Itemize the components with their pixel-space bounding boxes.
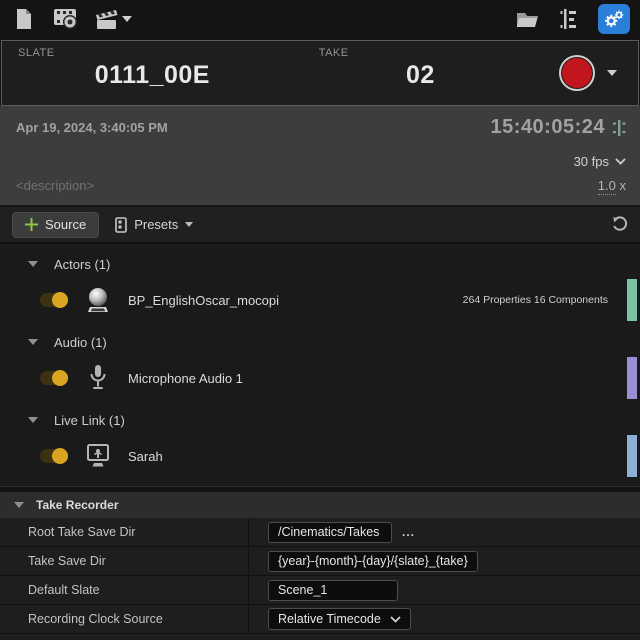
track-color-bar[interactable] — [627, 357, 637, 399]
track-color-bar[interactable] — [627, 435, 637, 477]
slate-value[interactable]: 0111_00E — [2, 61, 303, 90]
top-toolbar — [0, 0, 640, 38]
revert-changes-button[interactable] — [611, 216, 628, 233]
recording-clock-source-dropdown[interactable]: Relative Timecode — [268, 608, 411, 630]
group-actors-label: Actors (1) — [54, 256, 111, 272]
review-recording-button[interactable] — [52, 5, 80, 33]
source-toolbar: Source Presets — [0, 207, 640, 243]
source-row-audio[interactable]: Microphone Audio 1 — [0, 356, 640, 400]
framerate-value: 30 fps — [573, 154, 609, 169]
framerate-dropdown[interactable]: 30 fps — [574, 154, 626, 169]
new-take-button[interactable] — [10, 5, 38, 33]
group-audio-label: Audio (1) — [54, 334, 107, 350]
take-field[interactable]: TAKE 02 — [303, 41, 538, 105]
source-row-actor[interactable]: BP_EnglishOscar_mocopi 264 Properties 16… — [0, 278, 640, 322]
record-controls — [538, 41, 638, 105]
settings-button[interactable] — [598, 4, 630, 34]
slate-clapperboard-button[interactable] — [94, 5, 132, 33]
source-name[interactable]: Sarah — [128, 449, 163, 464]
browse-path-button[interactable]: ... — [402, 525, 415, 539]
slate-field[interactable]: SLATE 0111_00E — [2, 41, 303, 105]
expander-caret-icon[interactable] — [28, 339, 38, 345]
actor-sphere-icon — [84, 286, 112, 314]
review-recording-icon — [53, 7, 79, 31]
take-recorder-panel: SLATE 0111_00E TAKE 02 Apr 19, 2024, 3:4… — [0, 0, 640, 640]
source-name[interactable]: Microphone Audio 1 — [128, 371, 243, 386]
session-datetime: Apr 19, 2024, 3:40:05 PM — [16, 120, 168, 135]
recording-clock-source-value: Relative Timecode — [278, 612, 381, 626]
group-livelink[interactable]: Live Link (1) — [0, 406, 640, 434]
take-save-dir-input[interactable]: {year}-{month}-{day}/{slate}_{take} — [268, 550, 478, 572]
take-recorder-settings: Root Take Save Dir /Cinematics/Takes ...… — [0, 518, 640, 640]
session-info-panel: Apr 19, 2024, 3:40:05 PM 15:40:05:24 30 … — [0, 106, 640, 205]
setting-row-default-slate: Default Slate Scene_1 — [0, 576, 640, 605]
session-timecode: 15:40:05:24 — [490, 116, 605, 138]
presets-icon — [115, 216, 128, 233]
sequence-button[interactable] — [556, 5, 584, 33]
new-take-icon — [14, 8, 34, 30]
sources-tree: Actors (1) BP_EnglishOscar_mocopi 264 Pr… — [0, 244, 640, 487]
presets-caret-icon — [185, 222, 194, 227]
record-options-caret[interactable] — [607, 70, 617, 76]
source-enabled-toggle[interactable] — [40, 292, 68, 308]
toolbar-right-group — [514, 4, 630, 34]
chevron-down-icon — [390, 615, 401, 623]
take-recorder-title: Take Recorder — [36, 498, 119, 512]
chevron-down-icon — [615, 158, 626, 165]
slate-label: SLATE — [18, 47, 55, 59]
live-link-monitor-icon — [84, 443, 112, 469]
setting-label: Recording Clock Source — [28, 612, 163, 626]
playback-speed-suffix: x — [619, 178, 627, 193]
presets-button[interactable]: Presets — [115, 216, 194, 233]
source-enabled-toggle[interactable] — [40, 448, 68, 464]
toolbar-left-group — [10, 5, 132, 33]
expander-caret-icon[interactable] — [28, 261, 38, 267]
default-slate-input[interactable]: Scene_1 — [268, 579, 398, 601]
source-enabled-toggle[interactable] — [40, 370, 68, 386]
setting-label: Default Slate — [28, 583, 100, 597]
setting-row-take-save-dir: Take Save Dir {year}-{month}-{day}/{slat… — [0, 547, 640, 576]
group-actors[interactable]: Actors (1) — [0, 250, 640, 278]
take-recorder-section-header[interactable]: Take Recorder — [0, 492, 640, 518]
clapperboard-dropdown-caret[interactable] — [122, 16, 132, 22]
clapperboard-icon — [94, 7, 120, 31]
browse-takes-button[interactable] — [514, 5, 542, 33]
source-row-livelink[interactable]: Sarah — [0, 434, 640, 478]
add-source-label: Source — [45, 217, 87, 232]
microphone-icon — [84, 364, 112, 392]
sequence-icon — [560, 8, 580, 30]
playback-speed: 1.0 x — [597, 178, 627, 195]
source-name[interactable]: BP_EnglishOscar_mocopi — [128, 293, 279, 308]
add-source-button[interactable]: Source — [12, 211, 100, 238]
track-color-bar[interactable] — [627, 279, 637, 321]
setting-label: Take Save Dir — [28, 554, 106, 568]
take-label: TAKE — [318, 47, 349, 59]
record-button[interactable] — [559, 55, 595, 91]
description-input[interactable]: <description> — [16, 178, 94, 193]
setting-row-recording-clock-source: Recording Clock Source Relative Timecode — [0, 605, 640, 634]
browse-folder-icon — [516, 9, 540, 29]
presets-label: Presets — [134, 217, 179, 232]
take-value[interactable]: 02 — [303, 61, 538, 90]
timecode-icon — [612, 119, 626, 137]
source-meta: 264 Properties 16 Components — [462, 294, 608, 306]
reset-icon — [613, 216, 628, 231]
setting-row-root-take-save-dir: Root Take Save Dir /Cinematics/Takes ... — [0, 518, 640, 547]
expander-caret-icon[interactable] — [28, 417, 38, 423]
group-audio[interactable]: Audio (1) — [0, 328, 640, 356]
setting-label: Root Take Save Dir — [28, 525, 136, 539]
playback-speed-value[interactable]: 1.0 — [597, 178, 616, 195]
settings-gear-icon — [603, 8, 625, 30]
plus-icon — [25, 218, 38, 231]
expander-caret-icon[interactable] — [14, 502, 24, 508]
slate-take-panel: SLATE 0111_00E TAKE 02 — [1, 40, 639, 106]
group-livelink-label: Live Link (1) — [54, 412, 125, 428]
root-take-save-dir-input[interactable]: /Cinematics/Takes — [268, 521, 392, 543]
